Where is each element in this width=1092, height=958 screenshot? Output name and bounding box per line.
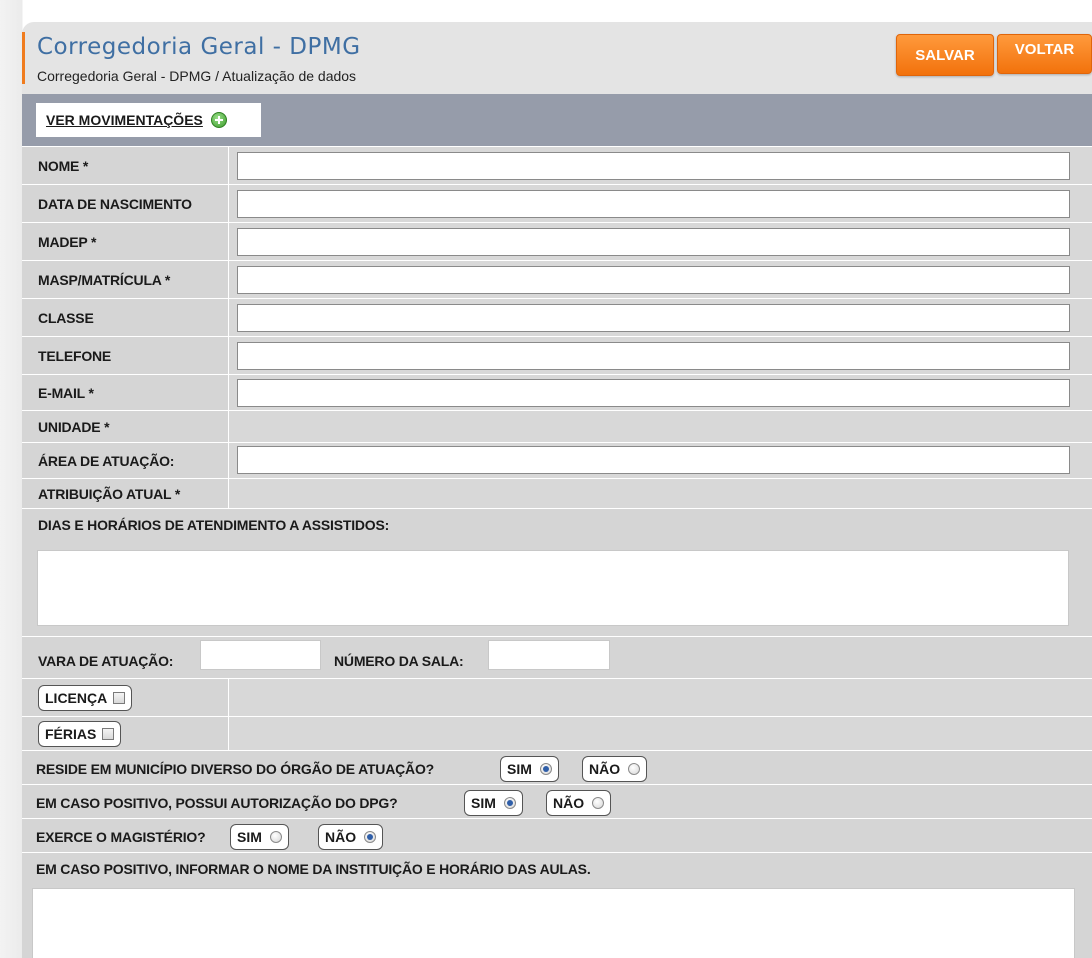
- page: Corregedoria Geral - DPMG Corregedoria G…: [0, 0, 1092, 958]
- nome-input[interactable]: [237, 152, 1070, 180]
- area-atuacao-input[interactable]: [237, 446, 1070, 474]
- licenca-label: LICENÇA: [45, 690, 108, 706]
- row-telefone: TELEFONE: [22, 336, 1092, 374]
- numero-sala-label: NÚMERO DA SALA:: [334, 653, 464, 669]
- area-atuacao-label: ÁREA DE ATUAÇÃO:: [38, 452, 175, 469]
- checkbox-icon[interactable]: [102, 728, 115, 740]
- magisterio-nao-label: NÃO: [325, 829, 357, 845]
- autorizacao-nao-radio[interactable]: NÃO: [546, 790, 612, 816]
- ferias-label: FÉRIAS: [45, 726, 97, 742]
- row-licenca: LICENÇA: [22, 678, 1092, 716]
- dias-horarios-textarea[interactable]: [37, 550, 1069, 626]
- radio-selected-icon[interactable]: [503, 797, 516, 809]
- data-nascimento-label: DATA DE NASCIMENTO: [38, 195, 192, 212]
- radio-icon[interactable]: [592, 797, 605, 809]
- row-autorizacao: EM CASO POSITIVO, POSSUI AUTORIZAÇÃO DO …: [22, 784, 1092, 818]
- email-input[interactable]: [237, 379, 1070, 407]
- instituicao-label: EM CASO POSITIVO, INFORMAR O NOME DA INS…: [36, 861, 591, 877]
- unidade-label: UNIDADE *: [38, 418, 110, 435]
- reside-sim-radio[interactable]: SIM: [500, 756, 559, 782]
- title-accent-bar: [22, 32, 25, 84]
- data-nascimento-input[interactable]: [237, 190, 1070, 218]
- reside-nao-radio[interactable]: NÃO: [582, 756, 648, 782]
- numero-sala-input[interactable]: [488, 640, 610, 670]
- masp-label: MASP/MATRÍCULA *: [38, 271, 171, 288]
- ferias-checkbox[interactable]: FÉRIAS: [38, 721, 122, 747]
- page-title: Corregedoria Geral - DPMG: [37, 34, 361, 60]
- vara-atuacao-input[interactable]: [200, 640, 321, 670]
- row-nome: NOME *: [22, 146, 1092, 184]
- autorizacao-sim-radio[interactable]: SIM: [464, 790, 523, 816]
- autorizacao-nao-label: NÃO: [553, 795, 585, 811]
- row-data-nascimento: DATA DE NASCIMENTO: [22, 184, 1092, 222]
- radio-icon[interactable]: [269, 831, 282, 843]
- row-area-atuacao: ÁREA DE ATUAÇÃO:: [22, 442, 1092, 478]
- radio-selected-icon[interactable]: [539, 763, 552, 775]
- classe-input[interactable]: [237, 304, 1070, 332]
- dias-horarios-label: DIAS E HORÁRIOS DE ATENDIMENTO A ASSISTI…: [38, 517, 390, 533]
- autorizacao-label: EM CASO POSITIVO, POSSUI AUTORIZAÇÃO DO …: [36, 795, 398, 811]
- ver-movimentacoes-link[interactable]: VER MOVIMENTAÇÕES: [36, 103, 261, 137]
- row-vara-sala: VARA DE ATUAÇÃO: NÚMERO DA SALA:: [22, 636, 1092, 678]
- breadcrumb: Corregedoria Geral - DPMG / Atualização …: [37, 68, 357, 84]
- autorizacao-sim-label: SIM: [471, 795, 496, 811]
- vara-atuacao-label: VARA DE ATUAÇÃO:: [38, 653, 174, 669]
- radio-icon[interactable]: [628, 763, 641, 775]
- telefone-label: TELEFONE: [38, 347, 112, 364]
- atribuicao-atual-label: ATRIBUIÇÃO ATUAL *: [38, 485, 181, 502]
- plus-circle-icon[interactable]: [210, 112, 227, 128]
- save-button[interactable]: SALVAR: [896, 34, 994, 76]
- madep-label: MADEP *: [38, 233, 97, 250]
- row-unidade: UNIDADE *: [22, 410, 1092, 442]
- magisterio-nao-radio[interactable]: NÃO: [318, 824, 384, 850]
- row-ferias: FÉRIAS: [22, 716, 1092, 750]
- masp-input[interactable]: [237, 266, 1070, 294]
- ver-movimentacoes-label: VER MOVIMENTAÇÕES: [46, 112, 203, 128]
- back-button[interactable]: VOLTAR: [997, 34, 1092, 74]
- telefone-input[interactable]: [237, 342, 1070, 370]
- row-classe: CLASSE: [22, 298, 1092, 336]
- reside-sim-label: SIM: [507, 761, 532, 777]
- row-email: E-MAIL *: [22, 374, 1092, 410]
- licenca-checkbox[interactable]: LICENÇA: [38, 685, 133, 711]
- checkbox-icon[interactable]: [113, 692, 126, 704]
- magisterio-sim-radio[interactable]: SIM: [230, 824, 289, 850]
- reside-nao-label: NÃO: [589, 761, 621, 777]
- row-madep: MADEP *: [22, 222, 1092, 260]
- radio-selected-icon[interactable]: [364, 831, 377, 843]
- row-magisterio: EXERCE O MAGISTÉRIO? SIM NÃO: [22, 818, 1092, 852]
- magisterio-sim-label: SIM: [237, 829, 262, 845]
- reside-label: RESIDE EM MUNICÍPIO DIVERSO DO ÓRGÃO DE …: [36, 761, 434, 777]
- row-masp: MASP/MATRÍCULA *: [22, 260, 1092, 298]
- row-reside: RESIDE EM MUNICÍPIO DIVERSO DO ÓRGÃO DE …: [22, 750, 1092, 784]
- classe-label: CLASSE: [38, 309, 94, 326]
- madep-input[interactable]: [237, 228, 1070, 256]
- row-atribuicao-atual: ATRIBUIÇÃO ATUAL *: [22, 478, 1092, 508]
- email-label: E-MAIL *: [38, 384, 94, 401]
- instituicao-textarea[interactable]: [32, 888, 1075, 958]
- nome-label: NOME *: [38, 157, 89, 174]
- magisterio-label: EXERCE O MAGISTÉRIO?: [36, 829, 206, 845]
